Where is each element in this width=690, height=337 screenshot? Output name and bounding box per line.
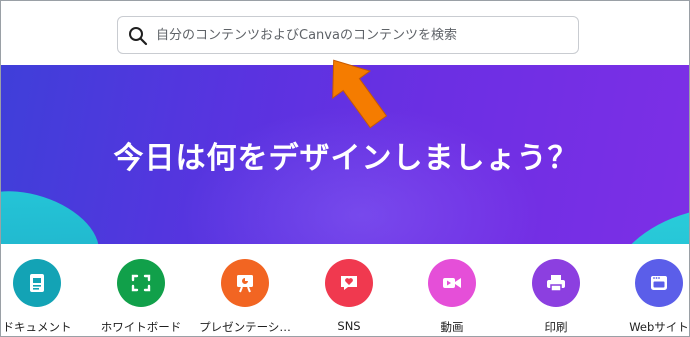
hero-wave-left bbox=[1, 175, 110, 244]
category-label: ホワイトボード bbox=[100, 320, 182, 334]
category-label: 印刷 bbox=[544, 320, 568, 334]
printer-icon bbox=[532, 259, 580, 307]
category-presentation[interactable]: プレゼンテーシ… bbox=[193, 259, 297, 335]
category-video[interactable]: 動画 bbox=[400, 259, 504, 335]
search-bar[interactable] bbox=[117, 16, 579, 54]
hero-wave-right bbox=[597, 188, 689, 244]
search-icon bbox=[129, 27, 148, 46]
search-input[interactable] bbox=[156, 17, 566, 53]
website-icon bbox=[635, 259, 683, 307]
canva-home-frame: 今日は何をデザインしましょう？ ドキュメント ホワイトボード プレゼンテーシ… bbox=[0, 0, 690, 337]
design-type-row: ドキュメント ホワイトボード プレゼンテーシ… SNS 動画 印刷 Webサイト bbox=[1, 259, 689, 336]
video-camera-icon bbox=[428, 259, 476, 307]
presentation-icon bbox=[221, 259, 269, 307]
category-label: Webサイト bbox=[629, 320, 689, 334]
category-label: SNS bbox=[337, 319, 361, 333]
category-whiteboard[interactable]: ホワイトボード bbox=[89, 259, 193, 335]
category-website[interactable]: Webサイト bbox=[607, 259, 689, 335]
category-document[interactable]: ドキュメント bbox=[1, 259, 89, 335]
whiteboard-icon bbox=[117, 259, 165, 307]
category-label: プレゼンテーシ… bbox=[199, 320, 291, 334]
document-icon bbox=[13, 259, 61, 307]
category-label: 動画 bbox=[440, 320, 464, 334]
orange-arrow-annotation bbox=[332, 59, 388, 129]
hero-title: 今日は何をデザインしましょう？ bbox=[113, 141, 579, 176]
category-print[interactable]: 印刷 bbox=[504, 259, 608, 335]
category-label: ドキュメント bbox=[2, 320, 72, 334]
category-sns[interactable]: SNS bbox=[297, 259, 401, 333]
heart-chat-icon bbox=[325, 259, 373, 307]
